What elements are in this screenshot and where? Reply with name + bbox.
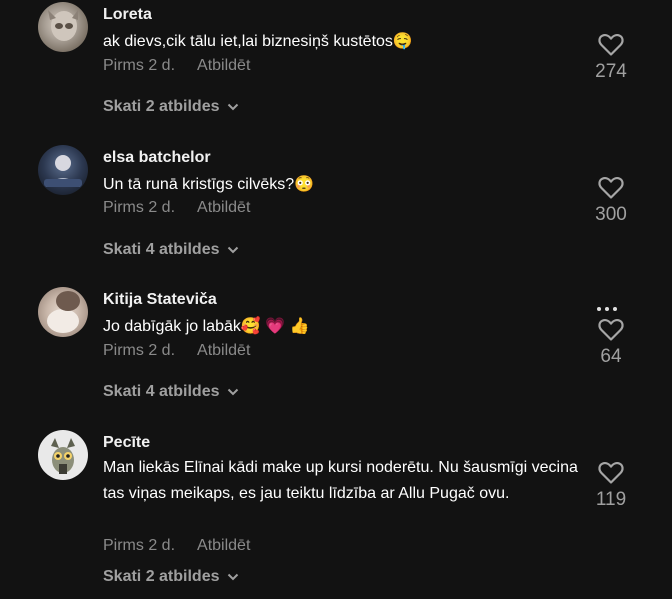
avatar[interactable]	[38, 430, 88, 480]
heart-outline-icon	[598, 462, 624, 484]
avatar[interactable]	[38, 145, 88, 195]
comment-time: Pirms 2 d.	[103, 342, 176, 359]
dot	[613, 307, 617, 311]
like-count: 274	[595, 61, 627, 82]
comment-time: Pirms 2 d.	[103, 57, 176, 74]
comment-text: Jo dabīgāk jo labāk🥰 💗 👍	[103, 318, 310, 335]
comment-time: Pirms 2 d.	[103, 199, 176, 216]
heart-outline-icon	[598, 319, 624, 341]
comment-meta: Pirms 2 d. Atbildēt	[103, 199, 250, 217]
comment-time: Pirms 2 d.	[103, 537, 176, 554]
chevron-down-icon	[227, 241, 239, 259]
avatar[interactable]	[38, 2, 88, 52]
reply-button[interactable]: Atbildēt	[197, 57, 250, 74]
comment-author[interactable]: elsa batchelor	[103, 149, 211, 167]
reply-button[interactable]: Atbildēt	[197, 342, 250, 359]
like-count: 64	[600, 346, 622, 367]
comment-author[interactable]: Loreta	[103, 6, 152, 24]
comment-text: ak dievs,cik tālu iet,lai biznesiņš kust…	[103, 33, 413, 50]
chevron-down-icon	[227, 383, 239, 401]
like-count: 300	[595, 204, 627, 225]
comment-meta: Pirms 2 d. Atbildēt	[103, 57, 250, 75]
comment-text: Man liekās Elīnai kādi make up kursi nod…	[103, 459, 578, 502]
view-replies-label: Skati 4 atbildes	[103, 241, 220, 259]
avatar[interactable]	[38, 287, 88, 337]
like-button[interactable]: 300	[587, 176, 635, 226]
view-replies-button[interactable]: Skati 4 atbildes	[103, 241, 239, 259]
more-options-button[interactable]	[597, 298, 621, 316]
like-count: 119	[595, 489, 627, 510]
view-replies-button[interactable]: Skati 2 atbildes	[103, 568, 239, 586]
like-button[interactable]: 274	[587, 33, 635, 83]
view-replies-button[interactable]: Skati 2 atbildes	[103, 98, 239, 116]
view-replies-label: Skati 2 atbildes	[103, 568, 220, 586]
reply-button[interactable]: Atbildēt	[197, 537, 250, 554]
comment-author[interactable]: Kitija Stateviča	[103, 291, 217, 309]
view-replies-label: Skati 4 atbildes	[103, 383, 220, 401]
heart-outline-icon	[598, 34, 624, 56]
comment-author[interactable]: Pecīte	[103, 434, 150, 452]
like-button[interactable]: 64	[587, 318, 635, 368]
view-replies-label: Skati 2 atbildes	[103, 98, 220, 116]
comment-text: Un tā runā kristīgs cilvēks?😳	[103, 176, 315, 193]
comment-meta: Pirms 2 d. Atbildēt	[103, 342, 250, 360]
chevron-down-icon	[227, 98, 239, 116]
chevron-down-icon	[227, 568, 239, 586]
view-replies-button[interactable]: Skati 4 atbildes	[103, 383, 239, 401]
like-button[interactable]: 119	[587, 461, 635, 511]
heart-outline-icon	[598, 177, 624, 199]
reply-button[interactable]: Atbildēt	[197, 199, 250, 216]
three-dots-icon	[597, 307, 601, 311]
dot	[605, 307, 609, 311]
comment-meta: Pirms 2 d. Atbildēt	[103, 537, 250, 555]
